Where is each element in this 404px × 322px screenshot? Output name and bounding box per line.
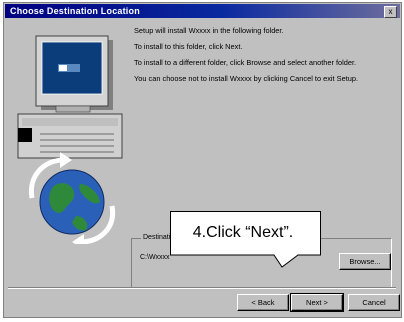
next-button[interactable]: Next > xyxy=(290,293,344,312)
cancel-button[interactable]: Cancel xyxy=(348,294,400,311)
computer-with-globe-icon xyxy=(17,35,123,244)
instruction-line: To install to a different folder, click … xyxy=(134,58,357,67)
window-title: Choose Destination Location xyxy=(10,6,140,16)
destination-path: C:\Wxxxx xyxy=(140,254,170,261)
callout-text: 4.Click “Next”. xyxy=(192,224,294,241)
instructions-text: Setup will install Wxxxx in the followin… xyxy=(134,26,384,90)
instruction-line: Setup will install Wxxxx in the followin… xyxy=(134,26,284,35)
close-button[interactable]: x xyxy=(384,6,397,18)
instruction-line: To install to this folder, click Next. xyxy=(134,42,243,51)
browse-button[interactable]: Browse... xyxy=(339,253,391,270)
separator xyxy=(8,287,396,289)
back-button[interactable]: < Back xyxy=(237,294,289,311)
instruction-line: You can choose not to install Wxxxx by c… xyxy=(134,74,359,83)
title-bar: Choose Destination Location x xyxy=(5,4,400,18)
